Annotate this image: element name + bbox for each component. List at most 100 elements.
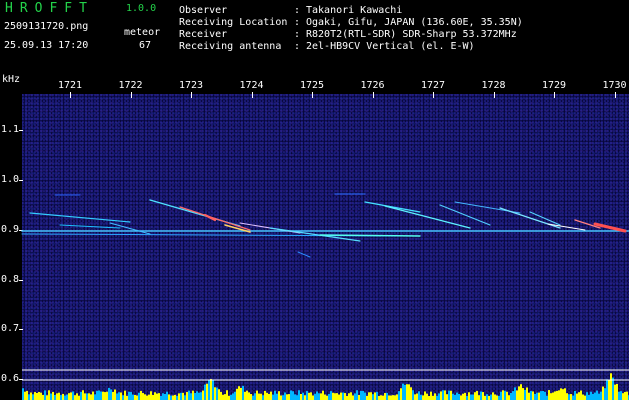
intensity-bar	[166, 391, 168, 400]
intensity-bar	[554, 391, 556, 400]
intensity-bar	[52, 391, 54, 400]
intensity-bar	[26, 390, 28, 400]
intensity-bar	[610, 373, 612, 400]
intensity-bar	[386, 392, 388, 400]
intensity-bar	[22, 388, 24, 400]
intensity-bar	[262, 395, 264, 400]
intensity-bar	[588, 394, 590, 400]
intensity-bar	[478, 395, 480, 400]
intensity-bar	[542, 390, 544, 400]
intensity-bar	[436, 395, 438, 400]
intensity-bar	[348, 393, 350, 400]
intensity-bar	[558, 390, 560, 400]
intensity-bar	[264, 390, 266, 400]
intensity-bar	[212, 379, 214, 400]
intensity-bar	[76, 393, 78, 400]
intensity-bar	[288, 394, 290, 400]
intensity-bar	[216, 387, 218, 400]
intensity-bar	[540, 391, 542, 400]
meteor-trace	[499, 207, 561, 229]
intensity-bar	[72, 391, 74, 400]
intensity-bar	[518, 386, 520, 400]
intensity-bar	[532, 391, 534, 400]
intensity-bar	[128, 391, 130, 400]
intensity-bar	[156, 393, 158, 400]
intensity-bar	[598, 393, 600, 400]
intensity-bar	[274, 390, 276, 400]
intensity-bar	[450, 390, 452, 400]
intensity-bar	[550, 393, 552, 400]
meteor-trace	[109, 222, 151, 235]
intensity-bar	[294, 394, 296, 400]
intensity-bar	[162, 393, 164, 400]
intensity-bar	[104, 392, 106, 400]
intensity-bar	[38, 391, 40, 400]
intensity-bar	[376, 391, 378, 400]
intensity-bar	[362, 390, 364, 400]
intensity-bar	[522, 388, 524, 400]
intensity-bar	[86, 393, 88, 400]
intensity-bar	[460, 395, 462, 400]
intensity-bar	[510, 392, 512, 400]
intensity-bar	[146, 395, 148, 400]
intensity-bar	[616, 384, 618, 400]
intensity-bar	[256, 390, 258, 400]
intensity-bar	[96, 390, 98, 400]
intensity-bar	[304, 395, 306, 400]
intensity-bar	[158, 393, 160, 400]
intensity-bar	[622, 393, 624, 400]
intensity-bar	[330, 391, 332, 400]
intensity-bar	[36, 393, 38, 400]
intensity-bar	[196, 391, 198, 400]
intensity-bar	[272, 394, 274, 400]
meteor-trace	[547, 223, 586, 231]
intensity-bar	[344, 393, 346, 400]
intensity-bar	[424, 391, 426, 400]
intensity-bar	[372, 394, 374, 400]
intensity-bar	[92, 391, 94, 400]
intensity-bar	[468, 392, 470, 400]
intensity-bar	[370, 392, 372, 400]
intensity-bar	[310, 392, 312, 400]
intensity-bar	[572, 395, 574, 400]
intensity-bar	[504, 390, 506, 400]
intensity-bar	[472, 394, 474, 400]
intensity-bar	[488, 395, 490, 400]
intensity-bar	[248, 392, 250, 400]
intensity-bar	[614, 384, 616, 400]
intensity-bar	[100, 391, 102, 400]
intensity-bar	[388, 395, 390, 400]
intensity-bar	[474, 392, 476, 400]
intensity-bar	[490, 394, 492, 400]
intensity-bar	[624, 391, 626, 400]
intensity-bar	[290, 390, 292, 400]
intensity-bar	[138, 392, 140, 400]
intensity-bar	[314, 393, 316, 400]
intensity-bar	[250, 394, 252, 400]
intensity-bar	[30, 392, 32, 400]
intensity-bar	[238, 386, 240, 400]
intensity-bar	[458, 393, 460, 400]
intensity-bar	[404, 384, 406, 400]
intensity-bar	[402, 383, 404, 400]
intensity-bar	[346, 395, 348, 400]
spectrogram-overlay	[21, 193, 629, 400]
intensity-bar	[494, 394, 496, 400]
intensity-bar	[56, 393, 58, 400]
intensity-bar	[506, 391, 508, 400]
intensity-bar	[400, 388, 402, 400]
intensity-bar	[242, 385, 244, 400]
intensity-bar	[298, 390, 300, 400]
intensity-bar	[524, 389, 526, 400]
intensity-bar	[406, 384, 408, 400]
intensity-bar	[500, 391, 502, 400]
intensity-bar	[512, 391, 514, 400]
intensity-bar	[174, 394, 176, 400]
intensity-bar	[54, 394, 56, 400]
intensity-bar	[270, 391, 272, 400]
intensity-bar	[130, 392, 132, 400]
intensity-bar	[312, 395, 314, 400]
intensity-bar	[584, 395, 586, 400]
intensity-bar	[126, 395, 128, 400]
intensity-bar	[336, 393, 338, 400]
